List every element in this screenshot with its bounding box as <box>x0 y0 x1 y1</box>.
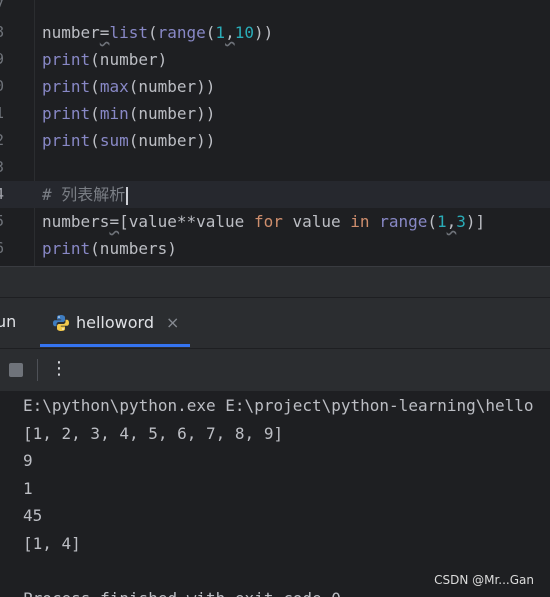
code-line[interactable]: 2 print(sum(number)) <box>0 127 550 154</box>
run-toolbar: ⋮ <box>0 348 550 391</box>
code-text: print(max(number)) <box>42 73 215 100</box>
code-token: numbers <box>42 212 110 231</box>
code-line[interactable]: 3 <box>0 154 550 181</box>
code-token: for <box>253 212 283 231</box>
console-line: Process finished with exit code 0 <box>23 585 341 597</box>
code-line[interactable]: 4 # 列表解析 <box>0 181 550 208</box>
code-token: 3 <box>456 212 466 231</box>
tab-label: helloword <box>76 313 154 332</box>
code-editor[interactable]: 78number=list(range(1,10))9print(number)… <box>0 0 550 266</box>
line-number: 7 <box>0 0 7 19</box>
more-options-icon[interactable]: ⋮ <box>50 357 68 381</box>
code-token: max <box>99 77 129 96</box>
code-line[interactable]: 6 print(numbers) <box>0 235 550 262</box>
line-number: 1 <box>0 100 7 127</box>
code-token: 1 <box>215 23 226 42</box>
code-token: (number)) <box>128 104 216 123</box>
code-token: = <box>99 23 110 42</box>
code-token: range <box>379 212 428 231</box>
console-line: 9 <box>23 451 33 470</box>
console-line: 1 <box>23 478 33 498</box>
code-token: ( <box>90 131 100 150</box>
line-number: 8 <box>0 19 7 46</box>
run-window-title: un <box>0 312 17 331</box>
code-token: 1 <box>437 212 447 231</box>
tab-helloword[interactable]: helloword × <box>40 298 190 348</box>
text-caret <box>126 186 129 205</box>
code-text: print(numbers) <box>42 235 177 262</box>
code-token: min <box>99 104 129 123</box>
code-token: # 列表解析 <box>42 185 126 204</box>
line-number: 5 <box>0 208 7 235</box>
code-token: (number)) <box>128 77 216 96</box>
console-line: 45 <box>23 506 43 525</box>
code-token: ( <box>147 23 158 42</box>
code-text: print(sum(number)) <box>42 127 215 154</box>
code-token: )) <box>253 23 274 42</box>
code-token: (number)) <box>128 131 216 150</box>
code-text: numbers=[value**value for value in range… <box>42 208 485 235</box>
console-line: [1, 2, 3, 4, 5, 6, 7, 8, 9] <box>23 423 284 443</box>
code-token: ( <box>90 77 100 96</box>
code-line[interactable]: 9 print(number) <box>0 46 550 73</box>
console-output[interactable]: E:\python\python.exe E:\project\python-l… <box>0 391 550 597</box>
code-token: value <box>282 212 351 231</box>
code-text: print(min(number)) <box>42 100 215 127</box>
line-number: 3 <box>0 154 7 181</box>
code-token: print <box>42 104 91 123</box>
console-line: E:\python\python.exe E:\project\python-l… <box>23 396 534 415</box>
watermark: CSDN @Mr...Gan <box>434 573 534 587</box>
toolbar-divider <box>37 359 38 381</box>
code-text: number=list(range(1,10)) <box>42 19 273 46</box>
code-token: (numbers) <box>90 239 177 258</box>
line-number: 6 <box>0 235 7 262</box>
python-icon <box>53 315 69 331</box>
code-token: range <box>157 23 206 42</box>
code-token: ( <box>427 212 437 231</box>
code-line[interactable]: 5 numbers=[value**value for value in rang… <box>0 208 550 235</box>
line-number: 0 <box>0 73 7 100</box>
code-text: print(number) <box>42 46 167 73</box>
code-token: print <box>42 239 91 258</box>
code-line[interactable]: 0 print(max(number)) <box>0 73 550 100</box>
code-token: )] <box>465 212 486 231</box>
panel-divider[interactable] <box>0 266 550 297</box>
active-tab-indicator <box>40 344 190 347</box>
code-token: [value**value <box>119 212 254 231</box>
line-number: 9 <box>0 46 7 73</box>
code-token: ( <box>90 104 100 123</box>
code-token: , <box>446 212 457 231</box>
code-token: print <box>42 131 91 150</box>
console-line: [1, 4] <box>23 533 81 553</box>
close-icon[interactable]: × <box>166 313 179 332</box>
code-token: ( <box>205 23 216 42</box>
code-token: number <box>42 23 100 42</box>
code-token: print <box>42 50 91 69</box>
code-line[interactable]: 1 print(min(number)) <box>0 100 550 127</box>
code-token: sum <box>99 131 129 150</box>
code-token: = <box>109 212 120 231</box>
code-token: in <box>350 212 370 231</box>
code-token: (number) <box>90 50 168 69</box>
code-token: 10 <box>234 23 254 42</box>
code-token: list <box>109 23 148 42</box>
code-line[interactable]: 8number=list(range(1,10)) <box>0 19 550 46</box>
code-line[interactable]: 7 <box>0 0 550 19</box>
code-token: print <box>42 77 91 96</box>
code-token: , <box>225 23 235 42</box>
line-number: 4 <box>0 181 7 208</box>
code-text: # 列表解析 <box>42 181 129 208</box>
stop-icon[interactable] <box>9 363 23 377</box>
run-tool-window-header: un helloword × <box>0 297 550 348</box>
line-number: 2 <box>0 127 7 154</box>
